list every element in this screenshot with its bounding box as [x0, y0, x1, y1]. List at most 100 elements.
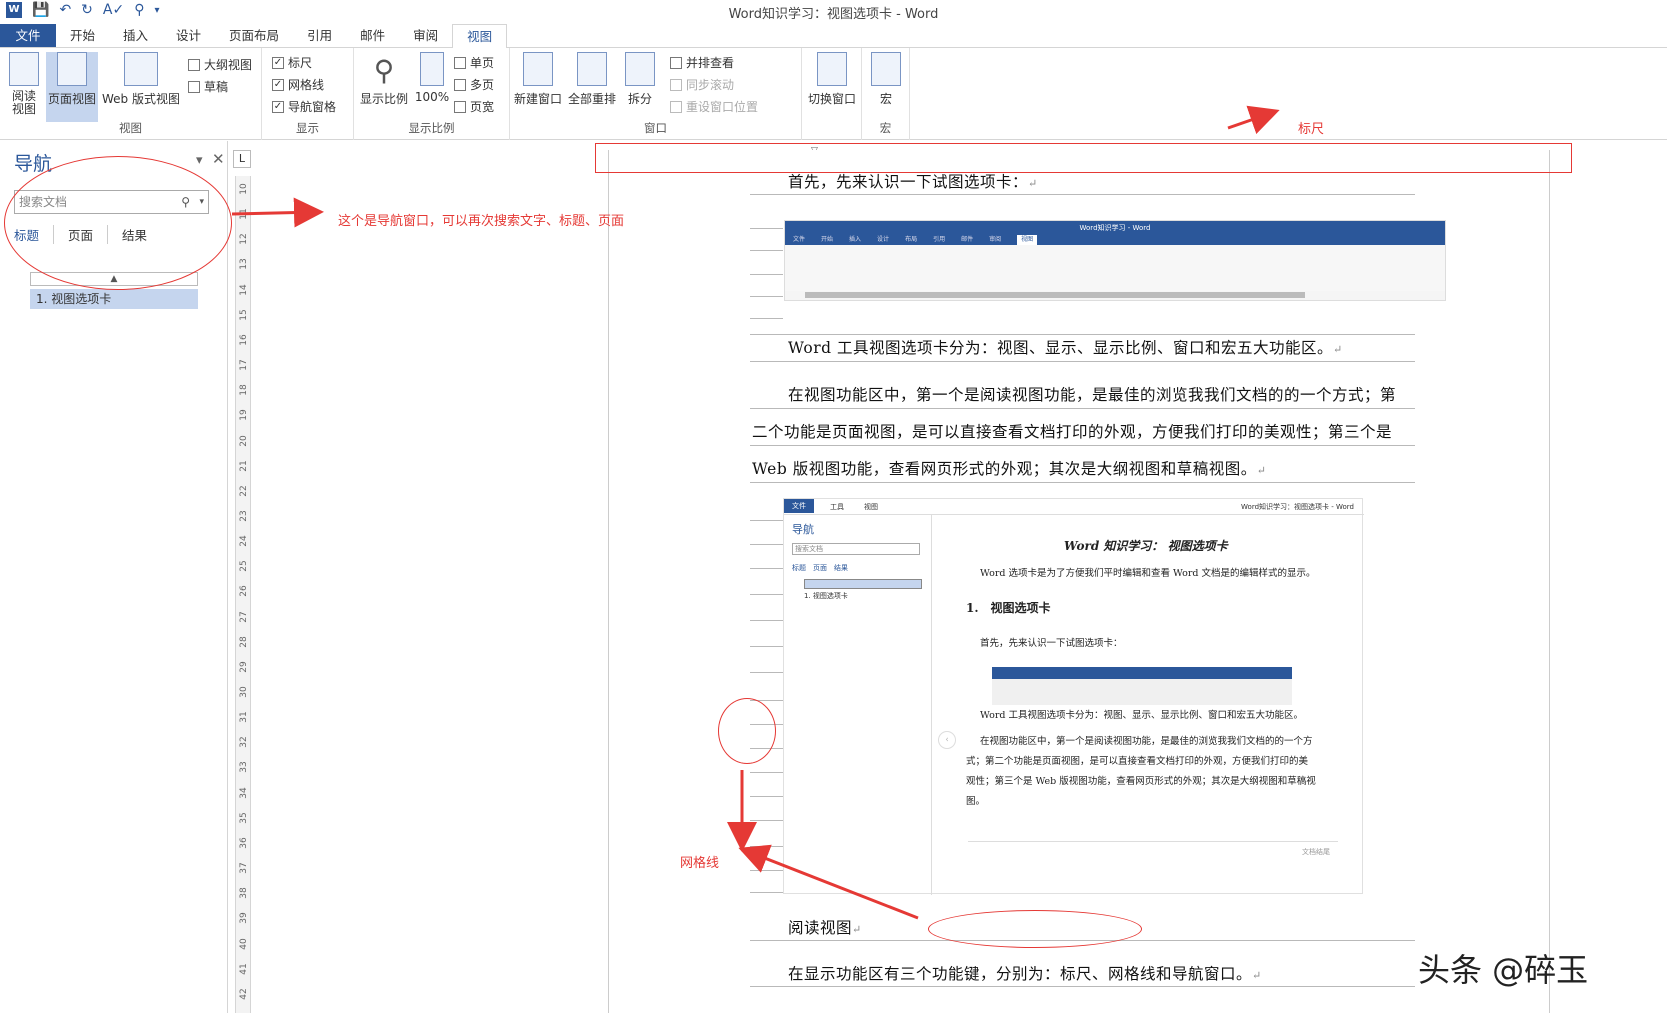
doc-line-intro[interactable]: 首先，先来认识一下试图选项卡：↵ — [788, 170, 1038, 192]
tab-file[interactable]: 文件 — [0, 24, 56, 47]
doc-line-show-group[interactable]: 在显示功能区有三个功能键，分别为：标尺、网格线和导航窗口。↵ — [788, 962, 1262, 984]
doc-line-views-1[interactable]: 在视图功能区中，第一个是阅读视图功能，是最佳的浏览我我们文档的的一个方式；第 — [788, 383, 1396, 405]
side-by-side-icon — [670, 56, 682, 69]
arrange-all-button[interactable]: 全部重排 — [566, 52, 618, 107]
gridlines-checkbox[interactable]: ✓ 网格线 — [272, 76, 324, 93]
embedded-2-nav: 导航 搜索文档 标题 页面 结果 1. 视图选项卡 — [784, 515, 932, 895]
new-window-button[interactable]: 新建窗口 — [512, 52, 564, 107]
embedded-2-title: Word知识学习：视图选项卡 - Word — [1241, 503, 1354, 511]
embedded-tab: 布局 — [905, 236, 918, 243]
arrange-all-icon — [577, 52, 607, 86]
doc-line-tabs[interactable]: Word 工具视图选项卡分为：视图、显示、显示比例、窗口和宏五大功能区。↵ — [788, 336, 1343, 358]
new-window-icon — [523, 52, 553, 86]
tab-references[interactable]: 引用 — [293, 24, 346, 47]
tab-mailings[interactable]: 邮件 — [346, 24, 399, 47]
vertical-ruler[interactable]: 10 11 12 13 14 15 16 17 18 19 20 21 22 23 24 25 26 27 28 29… — [235, 176, 251, 1013]
embedded-2-topbar: 文件 工具 视图 Word知识学习：视图选项卡 - Word — [784, 499, 1364, 515]
embedded-2-nav-item: 1. 视图选项卡 — [804, 592, 848, 600]
embedded-2-p3d: 图。 — [966, 796, 986, 807]
gridline — [750, 445, 1415, 446]
gridline — [750, 870, 783, 871]
tab-layout[interactable]: 页面布局 — [215, 24, 293, 47]
nav-heading-item[interactable]: 1. 视图选项卡 — [30, 289, 198, 309]
zoom-100-button[interactable]: 100% — [412, 52, 452, 104]
doc-line-views-2[interactable]: 二个功能是页面视图，是可以直接查看文档打印的外观，方便我们打印的美观性；第三个是 — [752, 420, 1392, 442]
web-layout-button[interactable]: Web 版式视图 — [100, 52, 182, 107]
vertical-ruler-tick-label: 19 — [239, 409, 249, 422]
embedded-document-image[interactable]: 文件 工具 视图 Word知识学习：视图选项卡 - Word 导航 搜索文档 标… — [783, 498, 1364, 895]
multiple-pages-button[interactable]: 多页 — [454, 76, 494, 93]
gridlines-label: 网格线 — [288, 78, 325, 92]
ribbon-tabs: 文件 开始 插入 设计 页面布局 引用 邮件 审阅 视图 — [0, 24, 1667, 49]
page-width-button[interactable]: 页宽 — [454, 98, 494, 115]
sync-scroll-label: 同步滚动 — [686, 78, 735, 92]
one-page-button[interactable]: 单页 — [454, 54, 494, 71]
gridline — [750, 594, 783, 595]
tab-view[interactable]: 视图 — [452, 24, 508, 49]
tab-insert[interactable]: 插入 — [109, 24, 162, 47]
paragraph-mark-icon: ↵ — [852, 923, 862, 936]
embedded-2-heading: Word 知识学习： 视图选项卡 — [1064, 539, 1228, 553]
vertical-ruler-tick-label: 39 — [239, 912, 249, 925]
gridline — [750, 820, 783, 821]
sync-scroll-button[interactable]: 同步滚动 — [670, 76, 734, 93]
paragraph-mark-icon: ↵ — [1028, 177, 1038, 190]
read-mode-label: 阅读 视图 — [11, 89, 36, 116]
outline-label: 大纲视图 — [204, 58, 253, 72]
vertical-ruler-tick-label: 27 — [239, 610, 249, 623]
group-window-label: 窗口 — [644, 121, 667, 135]
split-button[interactable]: 拆分 — [620, 52, 660, 107]
zoom-button[interactable]: ⚲ 显示比例 — [358, 52, 410, 107]
vertical-ruler-tick-label: 29 — [239, 661, 249, 673]
gridline — [750, 672, 783, 673]
group-show-label: 显示 — [296, 121, 319, 135]
switch-window-button[interactable]: 切换窗口 — [804, 52, 860, 107]
reset-window-button[interactable]: 重设窗口位置 — [670, 98, 758, 115]
draft-button[interactable]: 草稿 — [188, 78, 228, 95]
ruler-check-icon: ✓ — [272, 56, 284, 69]
embedded-tab: 设计 — [877, 236, 890, 243]
tab-home[interactable]: 开始 — [56, 24, 109, 47]
ruler-checkbox[interactable]: ✓ 标尺 — [272, 54, 312, 71]
paragraph-mark-icon: ↵ — [1252, 969, 1262, 982]
nav-close-icon[interactable]: ✕ — [212, 150, 225, 168]
view-side-by-side-button[interactable]: 并排查看 — [670, 54, 734, 71]
doc-line-show-group-text: 在显示功能区有三个功能键，分别为：标尺、网格线和导航窗口。 — [788, 965, 1253, 983]
nav-options-icon[interactable]: ▾ — [196, 153, 203, 168]
macros-button[interactable]: 宏 — [868, 52, 904, 107]
gridline — [750, 250, 783, 251]
macros-label: 宏 — [879, 92, 892, 106]
embedded-2-p3a: 在视图功能区中，第一个是阅读视图功能，是最佳的浏览我我们文档的的一个方 — [980, 736, 1313, 747]
outline-button[interactable]: 大纲视图 — [188, 56, 252, 73]
doc-line-read-view[interactable]: 阅读视图↵ — [788, 916, 862, 938]
group-zoom: ⚲ 显示比例 100% 单页 多页 页宽 显示比例 — [354, 48, 510, 140]
read-mode-button[interactable]: 阅读 视图 — [4, 52, 44, 116]
tab-review[interactable]: 审阅 — [399, 24, 452, 47]
vertical-ruler-tick-label: 24 — [239, 535, 249, 547]
tab-selector-icon[interactable]: L — [233, 150, 251, 168]
print-layout-button[interactable]: 页面视图 — [46, 52, 98, 122]
side-by-side-label: 并排查看 — [686, 56, 735, 70]
nav-pane-checkbox[interactable]: ✓ 导航窗格 — [272, 98, 336, 115]
gridline — [750, 296, 783, 297]
vertical-ruler-tick-label: 34 — [239, 786, 249, 799]
switch-window-icon — [817, 52, 847, 86]
gridline — [750, 772, 783, 773]
embedded-tab: 文件 — [793, 236, 806, 243]
gridline — [750, 361, 1415, 362]
multiple-pages-label: 多页 — [470, 78, 495, 92]
vertical-ruler-tick-label: 33 — [239, 761, 249, 774]
embedded-scrollbar — [805, 292, 1305, 298]
embedded-2-nav-search: 搜索文档 — [792, 543, 920, 555]
embedded-2-p3b: 式；第二个功能是页面视图，是可以直接查看文档打印的外观，方便我们打印的美 — [966, 756, 1309, 767]
vertical-ruler-tick-label: 23 — [239, 510, 249, 522]
embedded-2-p2: Word 工具视图选项卡分为：视图、显示、显示比例、窗口和宏五大功能区。 — [980, 710, 1303, 721]
tab-design[interactable]: 设计 — [162, 24, 215, 47]
doc-line-views-3[interactable]: Web 版视图功能，查看网页形式的外观；其次是大纲视图和草稿视图。↵ — [752, 457, 1266, 479]
embedded-tab: 视图 — [1017, 235, 1038, 245]
gridline — [750, 334, 1415, 335]
embedded-ribbon — [785, 245, 1445, 291]
embedded-ribbon-image[interactable]: Word知识学习 - Word 文件 开始 插入 设计 布局 引用 邮件 审阅 … — [784, 220, 1446, 301]
embedded-tabs: 文件 开始 插入 设计 布局 引用 邮件 审阅 视图 — [785, 235, 1445, 245]
vertical-ruler-tick-label: 37 — [239, 862, 249, 874]
